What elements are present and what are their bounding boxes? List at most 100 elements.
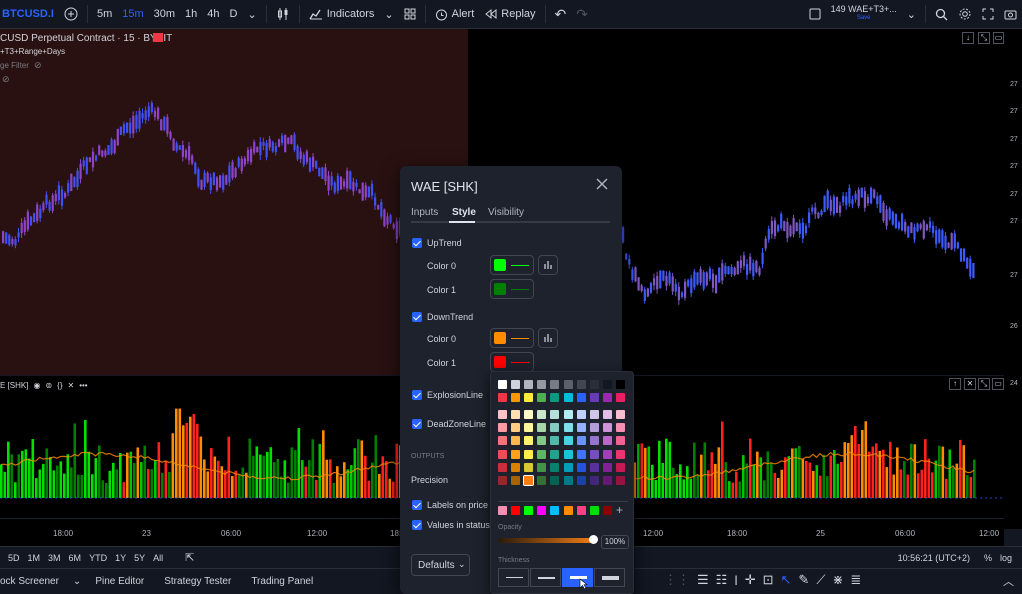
color-cell[interactable] — [589, 423, 599, 432]
eye-hidden-icon[interactable]: ⊘ — [2, 74, 10, 85]
clock-readout[interactable]: 10:56:21 (UTC+2) — [894, 553, 974, 563]
labels-on-price-scale-checkbox[interactable] — [412, 500, 422, 510]
close-icon[interactable] — [595, 177, 609, 191]
color-cell[interactable] — [589, 393, 599, 402]
color-cell[interactable] — [615, 436, 625, 445]
color-cell[interactable] — [550, 476, 560, 485]
fib-icon[interactable]: ≣ — [850, 572, 861, 588]
tab-inputs[interactable]: Inputs — [411, 207, 438, 218]
color-cell[interactable] — [563, 450, 573, 459]
color-cell[interactable] — [576, 380, 586, 389]
custom-color-cell[interactable] — [576, 506, 586, 515]
short-position-icon[interactable]: ☷ — [716, 572, 728, 588]
color-cell[interactable] — [563, 436, 573, 445]
tab-stock-screener[interactable]: ock Screener — [0, 576, 69, 587]
eye-hidden-icon[interactable]: ⊘ — [34, 60, 42, 71]
percent-scale-toggle[interactable]: % — [980, 553, 996, 563]
chevron-down-icon[interactable]: ⌄ — [243, 0, 262, 29]
color-cell[interactable] — [524, 436, 534, 445]
vertical-line-icon[interactable]: ǀ — [734, 573, 737, 588]
color-cell[interactable] — [602, 393, 612, 402]
uptrend-color1-picker[interactable] — [490, 279, 534, 299]
source-code-icon[interactable]: {} — [57, 381, 62, 390]
chevron-down-icon[interactable]: ⌄ — [902, 0, 921, 29]
fullscreen-icon[interactable] — [977, 0, 999, 29]
downtrend-checkbox[interactable] — [412, 312, 422, 322]
maximize-pane-icon[interactable]: ▭ — [993, 32, 1004, 44]
interval-15m[interactable]: 15m — [117, 0, 148, 29]
color-cell[interactable] — [498, 436, 507, 445]
thickness-4[interactable] — [594, 568, 625, 587]
color-cell[interactable] — [615, 450, 625, 459]
color-cell[interactable] — [602, 410, 612, 419]
custom-color-cell[interactable] — [511, 506, 521, 515]
camera-icon[interactable] — [999, 0, 1022, 29]
color-cell[interactable] — [550, 450, 560, 459]
cursor-icon[interactable]: ↖ — [781, 572, 792, 588]
color-cell[interactable] — [615, 410, 625, 419]
opacity-value[interactable]: 100% — [601, 535, 629, 549]
color-cell[interactable] — [589, 450, 599, 459]
color-cell[interactable] — [511, 450, 521, 459]
color-cell[interactable] — [498, 450, 507, 459]
symbol-search[interactable]: BTCUSD.I — [0, 0, 59, 29]
color-cell[interactable] — [550, 380, 560, 389]
color-cell[interactable] — [498, 476, 507, 485]
color-cell[interactable] — [537, 380, 547, 389]
color-cell[interactable] — [524, 410, 534, 419]
color-cell[interactable] — [550, 423, 560, 432]
close-icon[interactable]: ✕ — [67, 381, 74, 390]
collapse-panel-icon[interactable]: ︿ — [1003, 573, 1014, 589]
color-cell[interactable] — [511, 410, 521, 419]
color-cell[interactable] — [511, 380, 521, 389]
tab-pine-editor[interactable]: Pine Editor — [85, 576, 154, 587]
color-cell[interactable] — [537, 436, 547, 445]
custom-color-cell[interactable] — [602, 506, 612, 515]
go-to-date-icon[interactable]: ⇱ — [181, 551, 198, 564]
color-cell[interactable] — [550, 463, 560, 472]
color-cell[interactable] — [576, 393, 586, 402]
color-cell[interactable] — [563, 410, 573, 419]
color-cell[interactable] — [615, 393, 625, 402]
defaults-dropdown[interactable]: Defaults ⌄ — [411, 554, 470, 576]
color-cell[interactable] — [537, 393, 547, 402]
color-cell[interactable] — [524, 393, 534, 402]
deadzone-line-checkbox[interactable] — [412, 419, 422, 429]
thickness-2[interactable] — [530, 568, 561, 587]
color-cell[interactable] — [576, 410, 586, 419]
price-axis[interactable]: 27 27 27 27 27 27 27 26 24 — [1004, 29, 1022, 529]
custom-color-cell[interactable] — [524, 506, 534, 515]
color-cell[interactable] — [576, 463, 586, 472]
tab-visibility[interactable]: Visibility — [488, 207, 524, 218]
color-cell[interactable] — [589, 476, 599, 485]
color-cell[interactable] — [498, 393, 507, 402]
indicators-button[interactable]: Indicators — [304, 0, 380, 29]
crosshair-icon[interactable]: ✛ — [745, 572, 756, 588]
layout-square-icon[interactable] — [804, 0, 826, 29]
candle-type-icon[interactable] — [271, 0, 295, 29]
more-icon[interactable]: ••• — [79, 381, 87, 390]
color-cell[interactable] — [523, 475, 535, 486]
color-cell[interactable] — [602, 423, 612, 432]
color-cell[interactable] — [537, 423, 547, 432]
color-cell[interactable] — [615, 463, 625, 472]
color-cell[interactable] — [498, 463, 507, 472]
color-cell[interactable] — [576, 476, 586, 485]
trend-line-icon[interactable]: ⟋ — [816, 572, 825, 588]
flag-icon[interactable] — [153, 33, 163, 42]
uptrend-checkbox[interactable] — [412, 238, 422, 248]
color-cell[interactable] — [615, 380, 625, 389]
color-cell[interactable] — [563, 380, 573, 389]
chevron-down-icon[interactable]: ⌄ — [379, 0, 398, 29]
color-cell[interactable] — [511, 436, 521, 445]
maximize-pane-icon[interactable]: ▭ — [992, 378, 1004, 390]
color-cell[interactable] — [563, 423, 573, 432]
interval-5m[interactable]: 5m — [92, 0, 117, 29]
color-cell[interactable] — [563, 476, 573, 485]
color-cell[interactable] — [524, 380, 534, 389]
color-cell[interactable] — [602, 450, 612, 459]
color-cell[interactable] — [524, 463, 534, 472]
color-cell[interactable] — [537, 463, 547, 472]
color-cell[interactable] — [589, 436, 599, 445]
plot-type-bars-icon[interactable] — [538, 328, 558, 348]
